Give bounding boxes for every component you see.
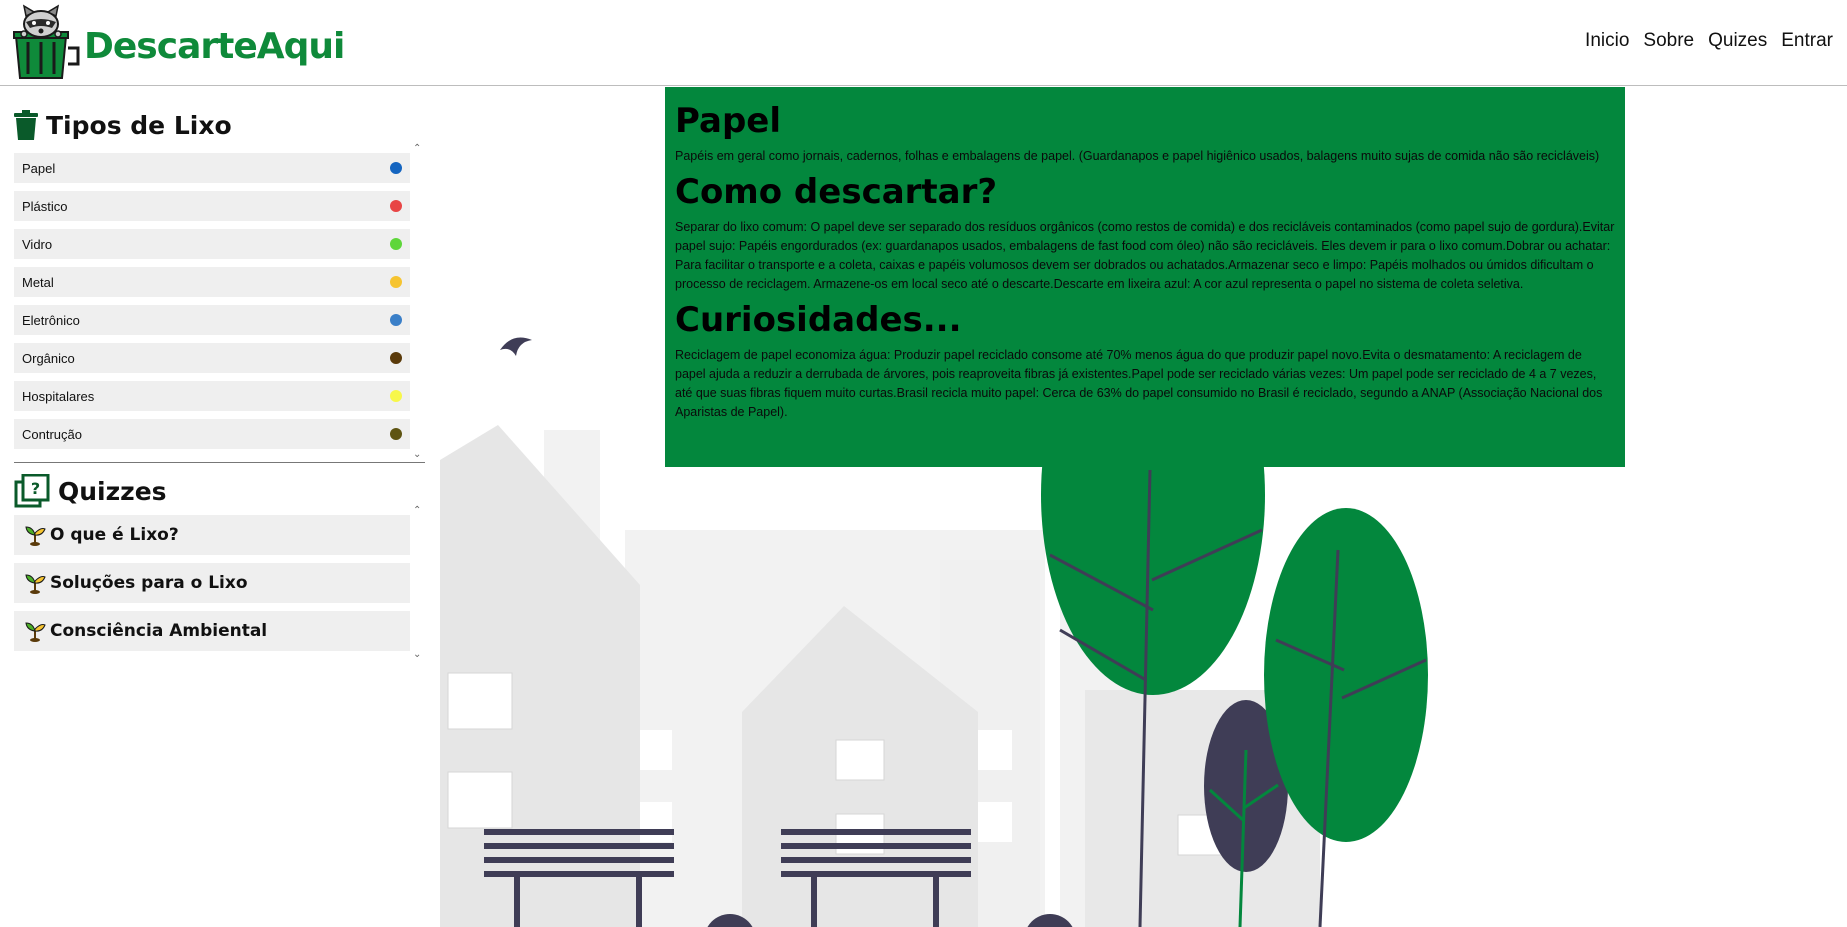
quiz-label: Soluções para o Lixo: [50, 573, 248, 593]
type-label: Metal: [22, 274, 54, 290]
quiz-item-o-que-e-lixo[interactable]: O que é Lixo?: [14, 515, 410, 555]
type-label: Contrução: [22, 426, 82, 442]
main-nav: Inicio Sobre Quizes Entrar: [1585, 30, 1833, 52]
color-dot-icon: [390, 390, 402, 402]
nav-inicio[interactable]: Inicio: [1585, 30, 1629, 52]
type-label: Papel: [22, 160, 56, 176]
quizzes-title-text: Quizzes: [58, 476, 167, 506]
type-item-eletronico[interactable]: Eletrônico: [14, 305, 410, 335]
raccoon-trash-icon: [13, 4, 80, 79]
curiosities-text: Reciclagem de papel economiza água: Prod…: [675, 348, 1603, 419]
sidebar: Tipos de Lixo ⌃ Papel Plástico Vidro Met…: [0, 87, 425, 927]
types-scroll-down-icon[interactable]: ⌄: [413, 449, 421, 460]
quizzes-scroll-down-icon[interactable]: ⌄: [413, 649, 421, 660]
quiz-item-consciencia[interactable]: Consciência Ambiental: [14, 611, 410, 651]
type-label: Orgânico: [22, 350, 75, 366]
type-item-organico[interactable]: Orgânico: [14, 343, 410, 373]
type-label: Plástico: [22, 198, 68, 214]
type-label: Hospitalares: [22, 388, 95, 404]
quiz-label: Consciência Ambiental: [50, 621, 268, 641]
types-scroll-up-icon[interactable]: ⌃: [413, 143, 421, 154]
quizzes-scroll-up-icon[interactable]: ⌃: [413, 505, 421, 516]
sprout-icon: [24, 524, 46, 546]
quiz-label: O que é Lixo?: [50, 525, 179, 545]
types-title-text: Tipos de Lixo: [46, 110, 232, 140]
sprout-icon: [24, 620, 46, 642]
svg-text:?: ?: [31, 479, 40, 498]
color-dot-icon: [390, 276, 402, 288]
sprout-icon: [24, 572, 46, 594]
logo[interactable]: DescarteAqui: [12, 4, 345, 80]
quiz-item-solucoes[interactable]: Soluções para o Lixo: [14, 563, 410, 603]
nav-sobre[interactable]: Sobre: [1643, 30, 1694, 52]
quizzes-section-title: ? Quizzes: [0, 463, 167, 519]
type-label: Vidro: [22, 236, 53, 252]
type-item-hospitalares[interactable]: Hospitalares: [14, 381, 410, 411]
type-item-metal[interactable]: Metal: [14, 267, 410, 297]
how-to-dispose-text: Separar do lixo comum: O papel deve ser …: [675, 220, 1615, 291]
types-section-title: Tipos de Lixo: [0, 97, 232, 153]
waste-info-panel: Papel Papéis em geral como jornais, cade…: [665, 87, 1625, 467]
color-dot-icon: [390, 428, 402, 440]
waste-type-title: Papel: [675, 101, 782, 141]
color-dot-icon: [390, 162, 402, 174]
type-item-construcao[interactable]: Contrução: [14, 419, 410, 449]
color-dot-icon: [390, 352, 402, 364]
type-item-papel[interactable]: Papel: [14, 153, 410, 183]
trash-icon: [14, 110, 38, 140]
type-label: Eletrônico: [22, 312, 80, 328]
color-dot-icon: [390, 238, 402, 250]
logo-text: DescarteAqui: [84, 25, 345, 67]
nav-quizes[interactable]: Quizes: [1708, 30, 1767, 52]
color-dot-icon: [390, 314, 402, 326]
curiosities-title: Curiosidades...: [675, 300, 962, 340]
nav-entrar[interactable]: Entrar: [1781, 30, 1833, 52]
header: DescarteAqui Inicio Sobre Quizes Entrar: [0, 0, 1847, 86]
how-to-dispose-title: Como descartar?: [675, 172, 998, 212]
color-dot-icon: [390, 200, 402, 212]
quiz-question-icon: ?: [14, 474, 50, 508]
type-item-plastico[interactable]: Plástico: [14, 191, 410, 221]
waste-type-description: Papéis em geral como jornais, cadernos, …: [675, 149, 1600, 163]
type-item-vidro[interactable]: Vidro: [14, 229, 410, 259]
